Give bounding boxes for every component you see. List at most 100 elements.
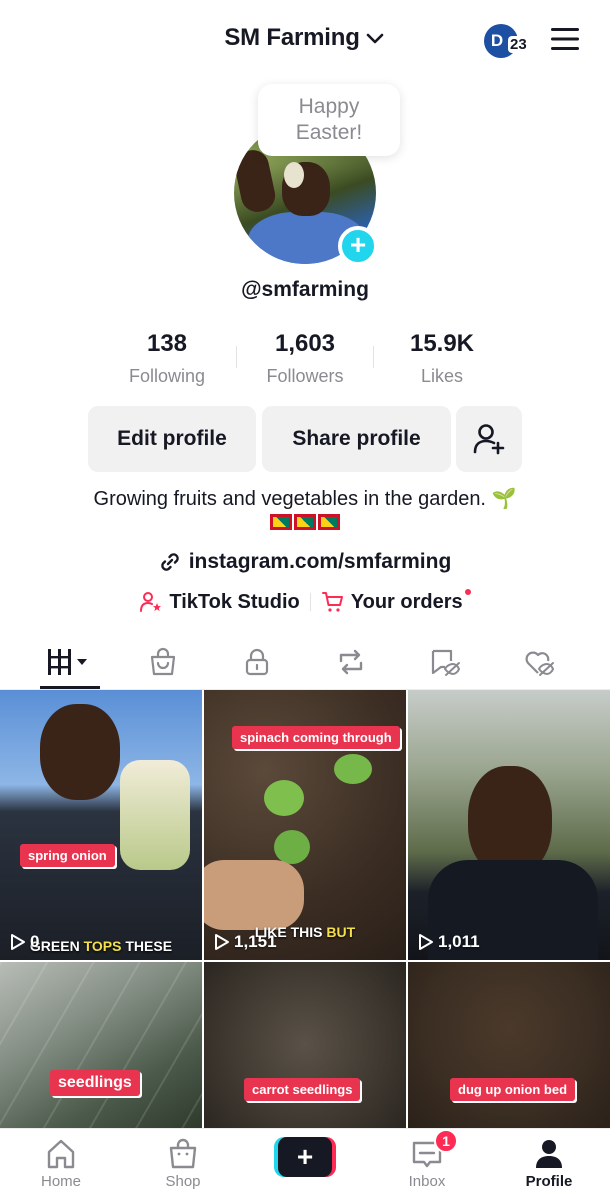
shopping-cart-icon [321,592,343,612]
divider [309,593,311,611]
view-count: 1,011 [418,932,480,952]
grenada-flag-icon [294,514,316,530]
bottom-nav: Home Shop + Inbox 1 Profile [0,1128,610,1200]
share-profile-button[interactable]: Share profile [262,406,451,472]
orders-notification-dot [464,589,471,595]
shop-bag-icon [169,1138,197,1169]
profile-header: SM Farming D 23 [0,0,610,80]
play-outline-icon [11,934,25,950]
video-caption: seedlings [50,1070,140,1096]
hamburger-menu-icon[interactable] [550,26,580,52]
video-thumbnail[interactable]: spinach coming through LIKE THIS BUT 1,1… [204,690,406,960]
tagged-hidden-icon [431,649,461,676]
thumb-leaf [264,780,304,816]
nav-home-label: Home [40,1173,81,1190]
add-story-button[interactable]: + [338,226,378,266]
subtitle-highlight: TOPS [83,938,122,954]
view-count-text: 1,151 [234,932,277,951]
creator-tools-row: TikTok Studio Your orders [0,589,610,614]
thumb-leaf [274,830,310,864]
add-friends-button[interactable] [456,406,522,472]
video-caption: spinach coming through [232,726,400,749]
username: @smfarming [241,278,369,301]
thumb-onions [120,760,190,870]
avatar-count-badge: 23 [508,36,529,53]
view-count-text: 1,011 [438,932,480,951]
likes-stat[interactable]: 15.9K Likes [372,330,512,387]
home-icon [47,1139,75,1169]
nav-shop-label: Shop [165,1173,201,1190]
active-tab-indicator [40,686,100,689]
note-line-1: Happy [298,95,360,118]
tab-private[interactable] [232,642,282,682]
tab-shop[interactable] [138,642,188,682]
play-outline-icon [215,934,229,950]
tiktok-studio-label: TikTok Studio [169,590,300,613]
followers-label: Followers [266,366,344,386]
your-orders-link[interactable]: Your orders [321,590,463,614]
edit-profile-button[interactable]: Edit profile [88,406,256,472]
followers-stat[interactable]: 1,603 Followers [235,330,375,387]
video-thumbnail[interactable]: carrot seedlings [204,962,406,1128]
grenada-flag-icon [270,514,292,530]
following-label: Following [128,366,206,386]
subtitle-highlight: BUT [326,924,356,940]
create-button[interactable]: + [274,1137,336,1177]
nav-inbox-label: Inbox [408,1173,446,1190]
video-caption: spring onion [20,844,115,867]
likes-count: 15.9K [409,330,475,357]
photo-onion [284,162,304,188]
video-thumbnail[interactable]: seedlings [0,962,202,1128]
tab-liked[interactable] [514,642,564,682]
avatar-initial: D [490,31,504,50]
video-caption: carrot seedlings [244,1078,361,1101]
nav-shop[interactable]: Shop [143,1137,223,1190]
your-orders-label: Your orders [350,590,463,613]
view-count: 0 [10,932,39,952]
profile-person-icon [536,1140,562,1168]
nav-profile[interactable]: Profile [509,1137,589,1190]
bio-link-text: instagram.com/smfarming [188,550,452,573]
link-icon [160,553,179,571]
repost-icon [339,649,363,675]
video-caption: dug up onion bed [450,1078,576,1101]
following-count: 138 [146,330,188,357]
add-user-icon [473,424,505,455]
thumb-hand [204,860,304,930]
view-count: 1,151 [214,932,277,952]
profile-tabs [0,636,610,690]
bio-text: Growing fruits and vegetables in the gar… [93,488,517,510]
video-thumbnail[interactable]: dug up onion bed [408,962,610,1128]
nav-home[interactable]: Home [21,1137,101,1190]
tab-videos[interactable] [44,642,94,682]
grenada-flag-icon [318,514,340,530]
chevron-down-icon [366,33,383,44]
create-plus-icon: + [278,1137,332,1177]
videos-grid-icon [48,649,87,675]
play-outline-icon [419,934,433,950]
view-count-text: 0 [30,932,40,951]
thumb-face [40,704,120,800]
studio-person-star-icon [140,592,162,612]
subtitle-text: THESE [121,938,173,954]
video-thumbnail[interactable]: 1,011 [408,690,610,960]
note-line-2: Easter! [295,121,363,144]
liked-hidden-icon [525,651,555,676]
tab-tagged[interactable] [420,642,470,682]
thumb-leaf [334,754,372,784]
tab-reposts[interactable] [326,642,376,682]
video-thumbnail[interactable]: spring onion GREEN TOPS THESE 0 [0,690,202,960]
tiktok-studio-link[interactable]: TikTok Studio [139,590,300,614]
following-stat[interactable]: 138 Following [97,330,237,387]
lock-icon [245,648,269,676]
likes-label: Likes [420,366,464,386]
account-title-button[interactable]: SM Farming [224,24,385,52]
bio-link[interactable]: instagram.com/smfarming [0,550,610,574]
account-name: SM Farming [224,24,360,51]
plus-icon: + [349,228,367,260]
shop-bag-icon [150,647,176,676]
nav-profile-label: Profile [525,1173,573,1190]
photo-arm [234,147,279,215]
followers-count: 1,603 [274,330,336,357]
status-note-bubble[interactable]: Happy Easter! [258,84,400,156]
